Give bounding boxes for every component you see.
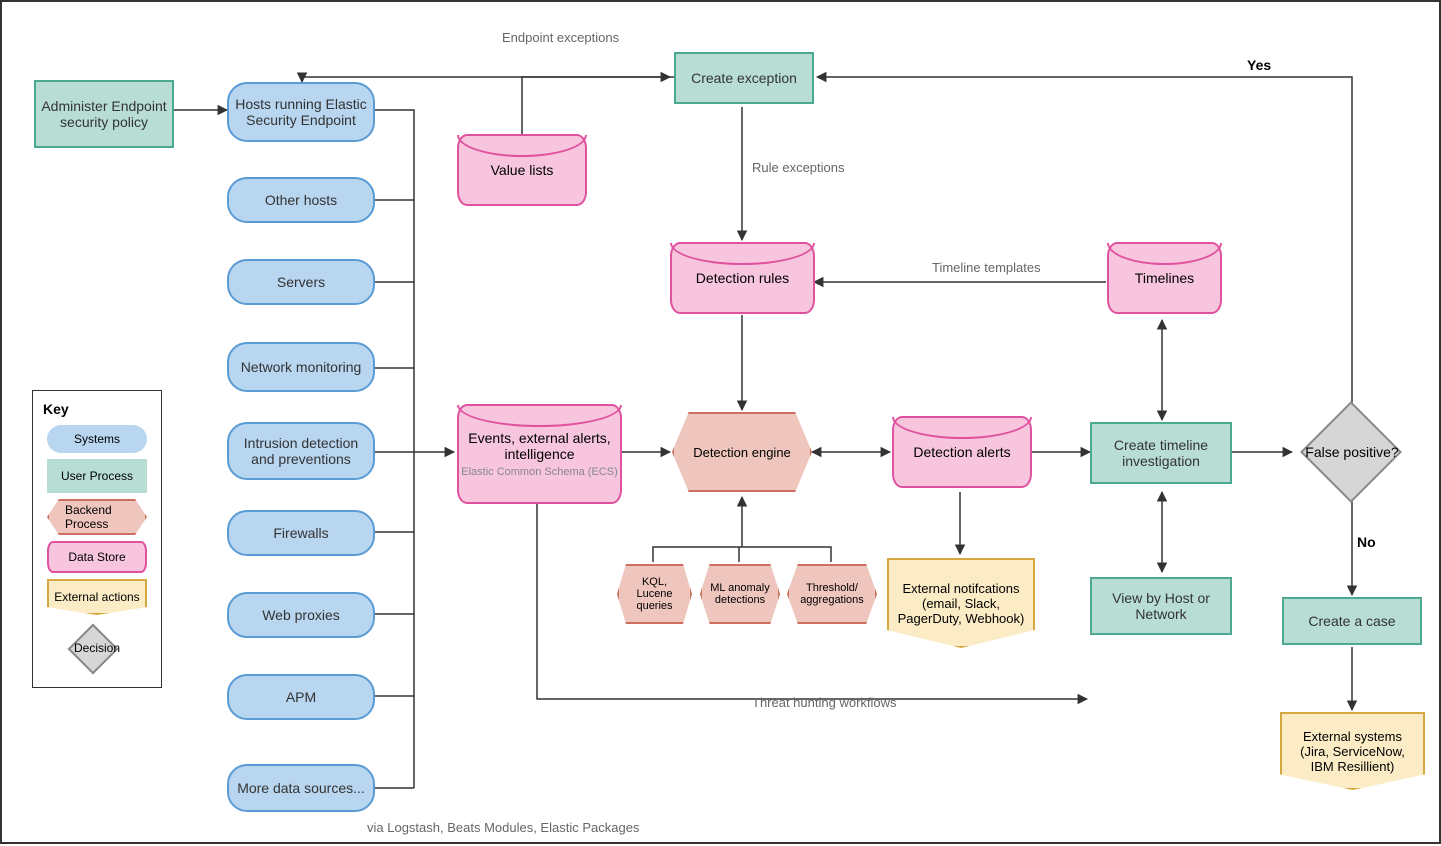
node-ext-systems: External systems (Jira, ServiceNow, IBM …: [1280, 712, 1425, 790]
node-view-by: View by Host or Network: [1090, 577, 1232, 635]
label-timeline-templates: Timeline templates: [932, 260, 1041, 275]
label-yes: Yes: [1247, 57, 1271, 73]
node-network-monitoring: Network monitoring: [227, 342, 375, 392]
node-create-timeline: Create timeline investigation: [1090, 422, 1232, 484]
label-rule-exceptions: Rule exceptions: [752, 160, 845, 175]
node-more-data: More data sources...: [227, 764, 375, 812]
node-apm: APM: [227, 674, 375, 720]
node-firewalls: Firewalls: [227, 510, 375, 556]
node-create-exception: Create exception: [674, 52, 814, 104]
node-detection-engine: Detection engine: [672, 412, 812, 492]
node-kql: KQL, Lucene queries: [617, 564, 692, 624]
node-web-proxies: Web proxies: [227, 592, 375, 638]
node-servers: Servers: [227, 259, 375, 305]
legend-decision: Decision: [43, 623, 151, 673]
legend-data-store: Data Store: [47, 541, 147, 573]
node-create-case: Create a case: [1282, 597, 1422, 645]
label-via: via Logstash, Beats Modules, Elastic Pac…: [367, 820, 639, 835]
label-no: No: [1357, 534, 1376, 550]
node-value-lists: Value lists: [457, 134, 587, 206]
label-endpoint-exceptions: Endpoint exceptions: [502, 30, 620, 45]
node-false-positive: False positive?: [1297, 402, 1407, 502]
diagram-canvas: Endpoint exceptions Rule exceptions Time…: [0, 0, 1441, 844]
legend-user-process: User Process: [47, 459, 147, 493]
node-timelines: Timelines: [1107, 242, 1222, 314]
legend-backend-process: Backend Process: [47, 499, 147, 535]
legend-external-actions: External actions: [47, 579, 147, 615]
node-events: Events, external alerts, intelligence El…: [457, 404, 622, 504]
node-other-hosts: Other hosts: [227, 177, 375, 223]
legend-title: Key: [43, 401, 151, 417]
legend-systems: Systems: [47, 425, 147, 453]
node-detection-rules: Detection rules: [670, 242, 815, 314]
node-detection-alerts: Detection alerts: [892, 416, 1032, 488]
node-threshold: Threshold/ aggregations: [787, 564, 877, 624]
node-ext-notif: External notifcations (email, Slack, Pag…: [887, 558, 1035, 648]
node-hosts-running: Hosts running Elastic Security Endpoint: [227, 82, 375, 142]
node-ids: Intrusion detection and preventions: [227, 422, 375, 480]
node-ml: ML anomaly detections: [700, 564, 780, 624]
node-administer-endpoint: Administer Endpoint security policy: [34, 80, 174, 148]
label-threat-hunting: Threat hunting workflows: [752, 695, 897, 710]
legend-key: Key Systems User Process Backend Process…: [32, 390, 162, 688]
